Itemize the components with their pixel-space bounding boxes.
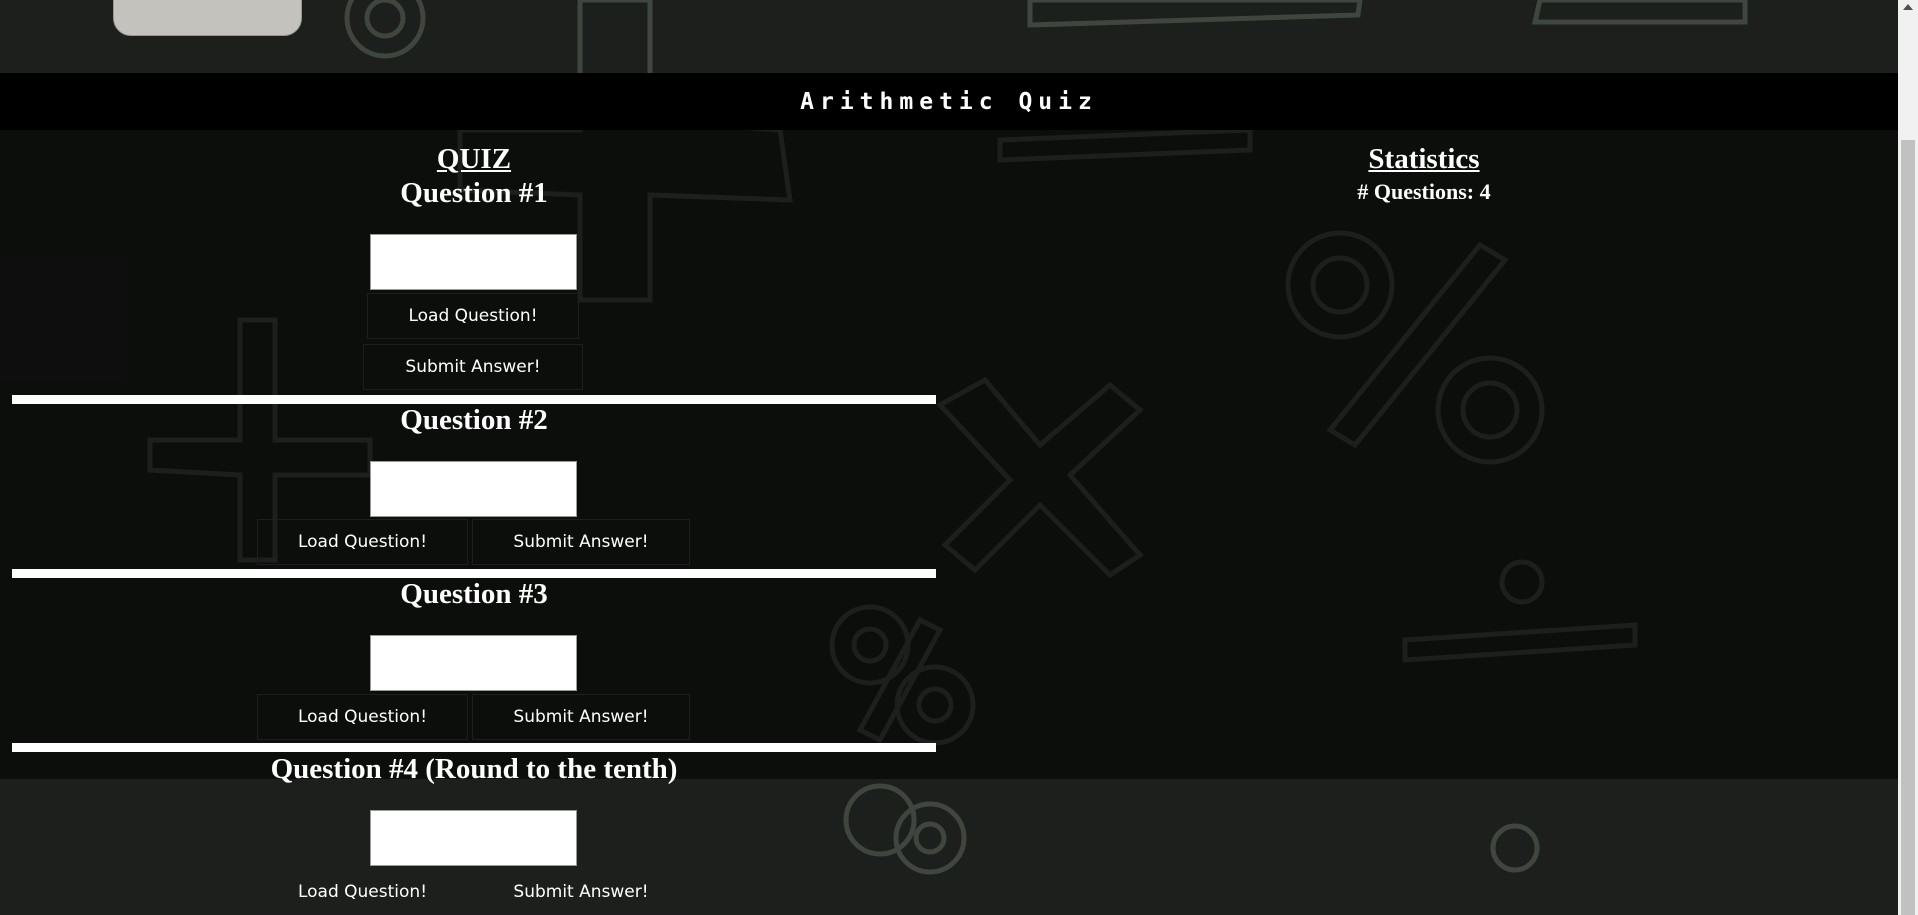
quiz-heading: QUIZ [436,143,512,175]
question-1-load-button[interactable]: Load Question! [367,293,579,339]
scrollbar-thumb[interactable] [1901,140,1915,915]
statistics-heading: Statistics [1368,143,1480,175]
question-2-submit-button[interactable]: Submit Answer! [472,519,690,565]
question-4-answer-input[interactable] [370,810,577,866]
question-2-answer-input[interactable] [370,461,577,517]
question-1-title: Question #1 [400,177,548,209]
question-2-load-button[interactable]: Load Question! [257,519,468,565]
question-2-divider [12,569,936,578]
question-3-title: Question #3 [400,578,548,610]
question-3-answer-input[interactable] [370,635,577,691]
page-title: Arithmetic Quiz [800,88,1098,115]
question-3-divider [12,743,936,752]
question-3-load-button[interactable]: Load Question! [257,694,468,740]
content-overlay [0,130,1898,779]
percent-icon [344,0,426,59]
question-4-title: Question #4 (Round to the tenth) [270,753,678,785]
question-4-load-button[interactable]: Load Question! [257,869,468,915]
question-1-divider [12,395,936,404]
page-scrollbar[interactable] [1898,0,1918,915]
question-4-submit-button[interactable]: Submit Answer! [472,869,690,915]
scroll-up-arrow-icon[interactable] [1903,4,1913,10]
question-2-title: Question #2 [400,404,548,436]
top-button[interactable] [113,0,302,36]
questions-count: # Questions: 4 [1357,179,1491,204]
question-1-submit-button[interactable]: Submit Answer! [363,344,583,390]
question-1-answer-input[interactable] [370,234,577,290]
header-bar: Arithmetic Quiz [0,73,1898,130]
equals-icon [1027,0,1748,28]
question-3-submit-button[interactable]: Submit Answer! [472,694,690,740]
